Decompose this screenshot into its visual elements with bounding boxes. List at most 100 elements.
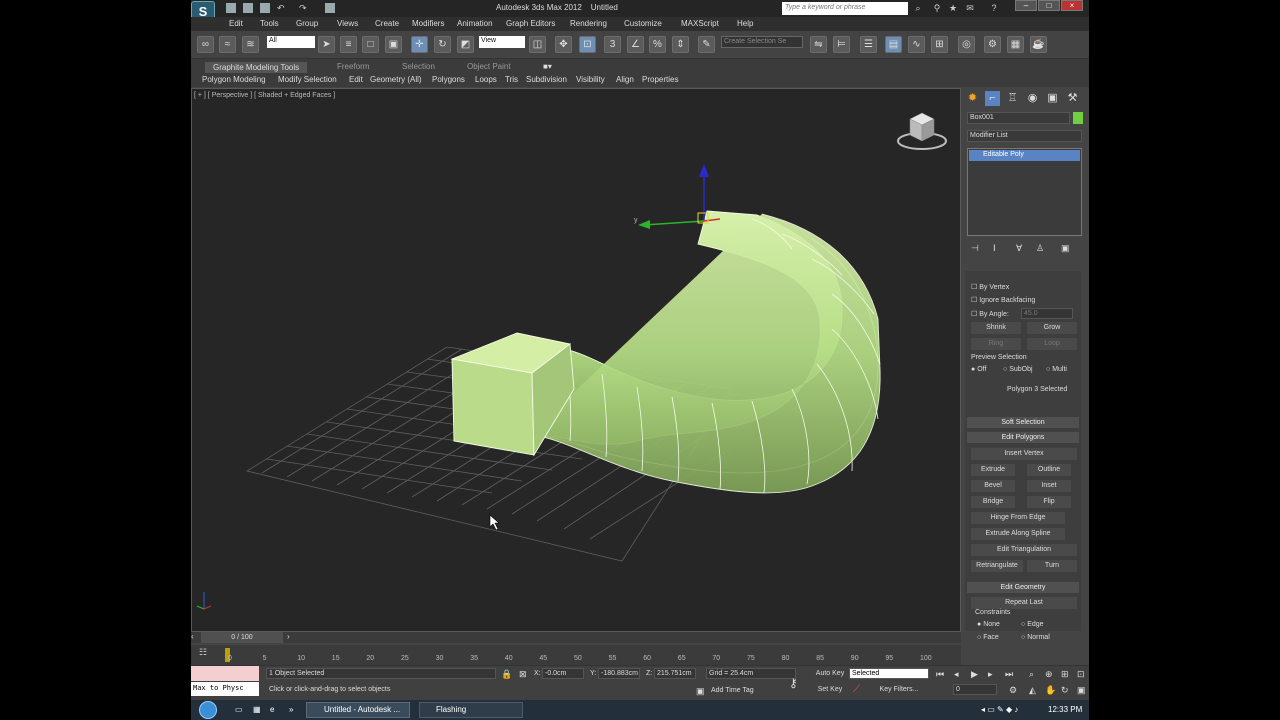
time-slider[interactable]: ‹ 0 / 100 › — [191, 632, 961, 643]
menu-help[interactable]: Help — [737, 19, 753, 28]
panel-modify-selection[interactable]: Modify Selection — [278, 75, 337, 84]
select-and-move-icon[interactable]: ✛ — [411, 36, 428, 53]
zoom-all-icon[interactable]: ⊕ — [1045, 669, 1053, 680]
field-of-view-icon[interactable]: ◭ — [1029, 685, 1036, 696]
align-icon[interactable]: ⊨ — [833, 36, 850, 53]
retriangulate-button[interactable]: Retriangulate — [971, 560, 1023, 572]
select-by-name-icon[interactable]: ≡ — [340, 36, 357, 53]
display-tab-icon[interactable]: ▣ — [1045, 91, 1060, 106]
constraint-normal-radio[interactable]: ○ Normal — [1021, 634, 1050, 641]
by-vertex-checkbox[interactable]: ☐ By Vertex — [971, 283, 1009, 291]
browser-icon[interactable]: e — [270, 705, 274, 714]
x-coordinate-field[interactable]: -0.0cm — [542, 668, 584, 679]
grow-button[interactable]: Grow — [1027, 322, 1077, 334]
edit-triangulation-button[interactable]: Edit Triangulation — [971, 544, 1077, 556]
star-icon[interactable]: ★ — [948, 3, 958, 13]
maxscript-listener-pink[interactable] — [191, 666, 259, 681]
ignore-backfacing-checkbox[interactable]: ☐ Ignore Backfacing — [971, 296, 1035, 304]
tab-graphite-modeling-tools[interactable]: Graphite Modeling Tools — [205, 62, 308, 73]
orbit-icon[interactable]: ↻ — [1061, 685, 1069, 696]
search-input[interactable]: Type a keyword or phrase — [782, 2, 908, 15]
select-and-scale-icon[interactable]: ◩ — [457, 36, 474, 53]
select-object-icon[interactable]: ➤ — [318, 36, 335, 53]
time-configuration-icon[interactable]: ⚙ — [1009, 685, 1017, 696]
bind-space-warp-icon[interactable]: ≋ — [242, 36, 259, 53]
panel-properties[interactable]: Properties — [642, 75, 678, 84]
taskbar-item-flashing[interactable] — [419, 702, 523, 718]
open-file-icon[interactable] — [243, 3, 253, 13]
explorer-icon[interactable]: ▦ — [253, 705, 261, 714]
z-coordinate-field[interactable]: 215.751cm — [654, 668, 696, 679]
snaps-toggle-icon[interactable]: 3 — [604, 36, 621, 53]
tab-freeform[interactable]: Freeform — [337, 62, 369, 71]
material-editor-icon[interactable]: ◎ — [958, 36, 975, 53]
menu-rendering[interactable]: Rendering — [570, 19, 607, 28]
hinge-from-edge-button[interactable]: Hinge From Edge — [971, 512, 1065, 524]
menu-edit[interactable]: Edit — [229, 19, 243, 28]
help-search-icon[interactable]: ⚲ — [932, 3, 942, 13]
menu-customize[interactable]: Customize — [624, 19, 662, 28]
info-icon[interactable]: ✉ — [965, 3, 975, 13]
object-name-field[interactable]: Box001 — [967, 112, 1070, 124]
panel-geometry-all[interactable]: Geometry (All) — [370, 75, 422, 84]
motion-tab-icon[interactable]: ◉ — [1025, 91, 1040, 106]
next-frame-icon[interactable]: ▸ — [988, 669, 993, 680]
panel-edit[interactable]: Edit — [349, 75, 363, 84]
named-selection-set-dropdown[interactable]: Create Selection Se — [721, 36, 803, 48]
menu-maxscript[interactable]: MAXScript — [681, 19, 719, 28]
show-desktop-icon[interactable]: ▭ — [235, 705, 243, 714]
taskbar-overflow-icon[interactable]: » — [289, 705, 293, 714]
loop-button[interactable]: Loop — [1027, 338, 1077, 350]
absolute-mode-icon[interactable]: ⊠ — [519, 669, 527, 680]
modifier-list-dropdown[interactable]: Modifier List — [967, 130, 1082, 142]
time-tag-icon[interactable]: ▣ — [696, 686, 705, 697]
shrink-button[interactable]: Shrink — [971, 322, 1021, 334]
create-tab-icon[interactable]: ✹ — [965, 91, 980, 106]
pivot-center-icon[interactable]: ◫ — [529, 36, 546, 53]
pan-view-icon[interactable]: ✋ — [1045, 685, 1056, 696]
link-icon[interactable]: ∞ — [197, 36, 214, 53]
insert-vertex-button[interactable]: Insert Vertex — [971, 448, 1077, 460]
preview-multi-radio[interactable]: ○ Multi — [1046, 366, 1067, 373]
select-and-rotate-icon[interactable]: ↻ — [434, 36, 451, 53]
menu-group[interactable]: Group — [296, 19, 318, 28]
turn-button[interactable]: Turn — [1027, 560, 1077, 572]
current-frame-field[interactable]: 0 — [953, 684, 997, 695]
start-button[interactable] — [199, 701, 217, 719]
save-file-icon[interactable] — [260, 3, 270, 13]
go-to-start-icon[interactable]: ⏮ — [936, 669, 944, 680]
set-key-icon[interactable]: ⟋ — [853, 684, 860, 695]
lock-selection-icon[interactable]: 🔒 — [501, 669, 512, 680]
project-folder-icon[interactable] — [325, 3, 335, 13]
redo-icon[interactable]: ↷ — [299, 3, 309, 13]
ribbon-options-icon[interactable]: ■▾ — [543, 62, 552, 71]
pin-stack-icon[interactable]: ⊣ — [971, 243, 979, 254]
outline-button[interactable]: Outline — [1027, 464, 1071, 476]
panel-polygons[interactable]: Polygons — [432, 75, 465, 84]
remove-modifier-icon[interactable]: ♙ — [1036, 243, 1044, 254]
zoom-icon[interactable]: ⌕ — [1029, 669, 1034, 680]
hierarchy-tab-icon[interactable]: ♖ — [1005, 91, 1020, 106]
edit-geometry-rollout[interactable]: Edit Geometry — [967, 582, 1079, 593]
configure-modifier-sets-icon[interactable]: ▣ — [1061, 243, 1070, 254]
menu-animation[interactable]: Animation — [457, 19, 493, 28]
system-tray-icons[interactable]: ◂ ▭ ✎ ◆ ♪ — [981, 705, 1018, 714]
time-slider-thumb[interactable]: 0 / 100 — [201, 632, 283, 643]
maximize-button[interactable]: □ — [1038, 0, 1060, 11]
mirror-icon[interactable]: ⇋ — [810, 36, 827, 53]
selection-filter-dropdown[interactable]: All — [267, 36, 315, 48]
preview-off-radio[interactable]: ● Off — [971, 366, 986, 373]
show-end-result-icon[interactable]: Ⅰ — [993, 243, 996, 254]
stack-item-editable-poly[interactable]: Editable Poly — [969, 150, 1080, 161]
panel-subdivision[interactable]: Subdivision — [526, 75, 567, 84]
rendered-frame-window-icon[interactable]: ▦ — [1007, 36, 1024, 53]
perspective-viewport[interactable]: [ + ] [ Perspective ] [ Shaded + Edged F… — [191, 88, 961, 632]
slider-next-icon[interactable]: › — [287, 632, 297, 643]
rectangular-selection-icon[interactable]: □ — [362, 36, 379, 53]
graphite-ribbon-icon[interactable]: ▤ — [885, 36, 902, 53]
extrude-along-spline-button[interactable]: Extrude Along Spline — [971, 528, 1065, 540]
angle-snap-icon[interactable]: ∠ — [627, 36, 644, 53]
menu-views[interactable]: Views — [337, 19, 358, 28]
new-file-icon[interactable] — [226, 3, 236, 13]
go-to-end-icon[interactable]: ⏭ — [1005, 669, 1013, 680]
